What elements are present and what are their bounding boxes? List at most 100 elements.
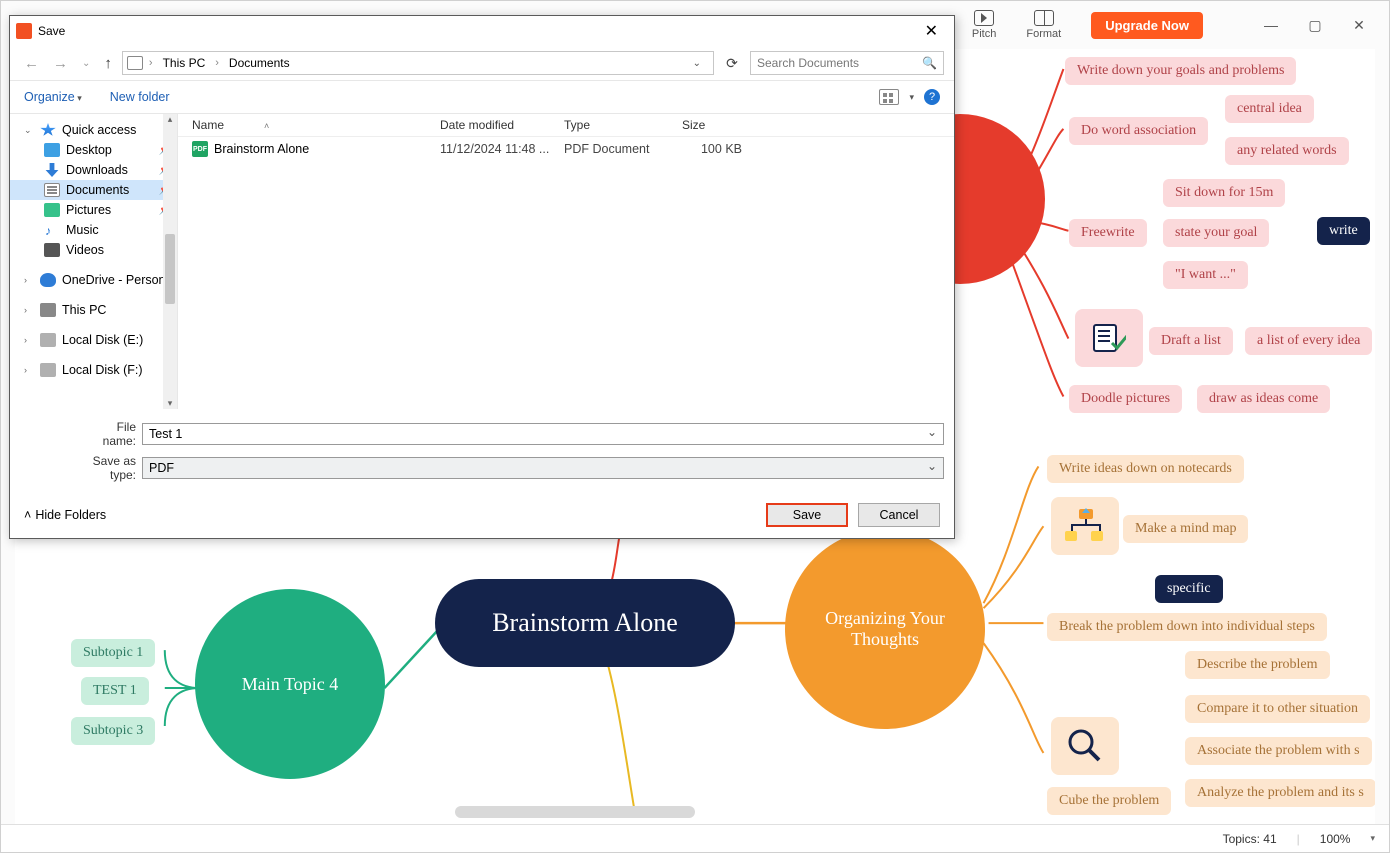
breadcrumb-expand-icon[interactable]: ⌄: [689, 58, 705, 69]
magnifier-icon: [1051, 717, 1119, 775]
node-freewrite[interactable]: Freewrite: [1069, 219, 1147, 247]
chevron-icon[interactable]: ›: [145, 57, 157, 69]
file-date: 11/12/2024 11:48 ...: [440, 142, 564, 156]
cancel-button[interactable]: Cancel: [858, 503, 940, 527]
node-central[interactable]: Brainstorm Alone: [435, 579, 735, 667]
node-word-association[interactable]: Do word association: [1069, 117, 1208, 145]
node-main-topic-4[interactable]: Main Topic 4: [195, 589, 385, 779]
view-mode-button[interactable]: [879, 89, 899, 105]
save-button[interactable]: Save: [766, 503, 848, 527]
node-state-goal[interactable]: state your goal: [1163, 219, 1269, 247]
tree-videos[interactable]: Videos: [10, 240, 177, 260]
col-type[interactable]: Type: [564, 118, 682, 132]
tree-label: This PC: [62, 303, 106, 317]
canvas-scrollbar[interactable]: [455, 806, 695, 818]
file-row[interactable]: PDF Brainstorm Alone 11/12/2024 11:48 ..…: [178, 137, 954, 161]
disk-icon: [40, 333, 56, 347]
nav-forward-button[interactable]: →: [49, 53, 72, 74]
node-cube[interactable]: Cube the problem: [1047, 787, 1171, 815]
nav-back-button[interactable]: ←: [20, 53, 43, 74]
nav-recent-button[interactable]: ⌄: [78, 56, 94, 71]
upgrade-button[interactable]: Upgrade Now: [1091, 12, 1203, 39]
app-icon: [16, 23, 32, 39]
node-central-idea[interactable]: central idea: [1225, 95, 1314, 123]
diagram-icon: [1051, 497, 1119, 555]
node-notecards[interactable]: Write ideas down on notecards: [1047, 455, 1244, 483]
tree-desktop[interactable]: Desktop📌: [10, 140, 177, 160]
node-draw-ideas[interactable]: draw as ideas come: [1197, 385, 1330, 413]
node-compare[interactable]: Compare it to other situation: [1185, 695, 1370, 723]
zoom-level[interactable]: 100%: [1320, 832, 1351, 846]
tree-onedrive[interactable]: ›OneDrive - Person: [10, 270, 177, 290]
organize-button[interactable]: Organize: [24, 90, 82, 104]
node-analyze[interactable]: Analyze the problem and its s: [1185, 779, 1375, 807]
chevron-icon[interactable]: ›: [211, 57, 223, 69]
zoom-dropdown-icon[interactable]: ▾: [1370, 833, 1375, 844]
refresh-button[interactable]: ⟳: [720, 51, 744, 75]
node-organizing[interactable]: Organizing Your Thoughts: [785, 529, 985, 729]
node-break-problem[interactable]: Break the problem down into individual s…: [1047, 613, 1327, 641]
tree-documents[interactable]: Documents📌: [10, 180, 177, 200]
window-buttons: — ▢ ✕: [1249, 10, 1381, 40]
close-button[interactable]: ✕: [1337, 10, 1381, 40]
tree-label: Local Disk (F:): [62, 363, 143, 377]
breadcrumb[interactable]: › This PC › Documents ⌄: [122, 51, 714, 75]
node-i-want[interactable]: "I want ...": [1163, 261, 1248, 289]
tree-label: OneDrive - Person: [62, 273, 166, 287]
tree-scrollbar[interactable]: ▴▾: [163, 114, 177, 409]
dialog-titlebar: Save ✕: [10, 16, 954, 46]
col-name[interactable]: Name˄: [192, 118, 440, 132]
node-write-tag[interactable]: write: [1317, 217, 1370, 245]
new-folder-button[interactable]: New folder: [110, 90, 170, 104]
search-input[interactable]: Search Documents 🔍: [750, 51, 944, 75]
format-button[interactable]: Format: [1026, 10, 1061, 40]
node-associate[interactable]: Associate the problem with s: [1185, 737, 1372, 765]
help-button[interactable]: ?: [924, 89, 940, 105]
tree-disk-e[interactable]: ›Local Disk (E:): [10, 330, 177, 350]
node-subtopic-3[interactable]: Subtopic 3: [71, 717, 155, 745]
filename-value: Test 1: [149, 427, 182, 441]
node-subtopic-1[interactable]: Subtopic 1: [71, 639, 155, 667]
pitch-label: Pitch: [972, 28, 996, 40]
dialog-footer: ˄Hide Folders Save Cancel: [10, 492, 954, 538]
savetype-select[interactable]: PDF: [142, 457, 944, 479]
nav-up-button[interactable]: ↑: [100, 53, 116, 74]
tree-disk-f[interactable]: ›Local Disk (F:): [10, 360, 177, 380]
breadcrumb-root[interactable]: This PC: [159, 56, 210, 70]
star-icon: [40, 123, 56, 137]
maximize-button[interactable]: ▢: [1293, 10, 1337, 40]
node-doodle[interactable]: Doodle pictures: [1069, 385, 1182, 413]
col-date[interactable]: Date modified: [440, 118, 564, 132]
filename-input[interactable]: Test 1: [142, 423, 944, 445]
folder-tree: ⌄Quick access Desktop📌 Downloads📌 Docume…: [10, 114, 178, 409]
topics-label: Topics: 41: [1223, 832, 1277, 846]
breadcrumb-folder[interactable]: Documents: [225, 56, 294, 70]
pitch-button[interactable]: Pitch: [972, 10, 996, 40]
node-related-words[interactable]: any related words: [1225, 137, 1349, 165]
node-specific[interactable]: specific: [1155, 575, 1223, 603]
pc-icon: [127, 56, 143, 70]
dialog-close-button[interactable]: ✕: [915, 19, 948, 43]
tree-music[interactable]: ♪Music: [10, 220, 177, 240]
node-list-every[interactable]: a list of every idea: [1245, 327, 1372, 355]
search-placeholder: Search Documents: [757, 56, 859, 70]
node-draft-list[interactable]: Draft a list: [1149, 327, 1233, 355]
node-write-goals[interactable]: Write down your goals and problems: [1065, 57, 1296, 85]
node-mind-map[interactable]: Make a mind map: [1123, 515, 1248, 543]
tree-pictures[interactable]: Pictures📌: [10, 200, 177, 220]
minimize-button[interactable]: —: [1249, 10, 1293, 40]
view-dropdown-icon[interactable]: ▾: [909, 92, 914, 103]
node-sit-down[interactable]: Sit down for 15m: [1163, 179, 1285, 207]
tree-label: Documents: [66, 183, 129, 197]
tree-quick-access[interactable]: ⌄Quick access: [10, 120, 177, 140]
tree-downloads[interactable]: Downloads📌: [10, 160, 177, 180]
tree-this-pc[interactable]: ›This PC: [10, 300, 177, 320]
tree-label: Music: [66, 223, 99, 237]
col-size[interactable]: Size: [682, 118, 762, 132]
pdf-icon: PDF: [192, 141, 208, 157]
dialog-toolbar: Organize New folder ▾ ?: [10, 80, 954, 114]
file-name: Brainstorm Alone: [214, 142, 440, 156]
node-test-1[interactable]: TEST 1: [81, 677, 149, 705]
hide-folders-button[interactable]: ˄Hide Folders: [24, 508, 106, 522]
node-describe[interactable]: Describe the problem: [1185, 651, 1330, 679]
